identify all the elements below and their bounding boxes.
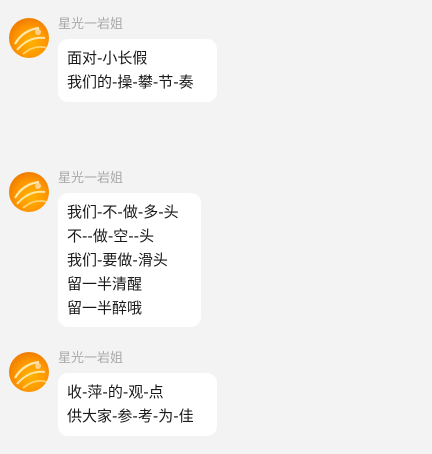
message-line: 留一半清醒 [67, 275, 143, 293]
message-bubble[interactable]: 面对-小长假 我们的-操-攀-节-奏 [58, 39, 217, 102]
avatar[interactable] [9, 18, 49, 58]
message-bubble[interactable]: 收-萍-的-观-点 供大家-参-考-为-佳 [58, 373, 217, 436]
sender-name: 星光一岩姐 [58, 351, 124, 366]
message-line: 供大家-参-考-为-佳 [67, 407, 194, 425]
message-bubble[interactable]: 我们-不-做-多-头 不--做-空--头 我们-要做-滑头 留一半清醒 留一半醉… [58, 193, 201, 327]
message-line: 不--做-空--头 [67, 227, 155, 245]
avatar[interactable] [9, 352, 49, 392]
sender-name: 星光一岩姐 [58, 171, 124, 186]
message-line: 收-萍-的-观-点 [67, 383, 164, 401]
message-line: 我们-不-做-多-头 [67, 203, 179, 221]
message-line: 面对-小长假 [67, 49, 148, 67]
avatar[interactable] [9, 172, 49, 212]
message-line: 我们的-操-攀-节-奏 [67, 73, 194, 91]
message-line: 我们-要做-滑头 [67, 251, 168, 269]
sender-name: 星光一岩姐 [58, 17, 124, 32]
message-line: 留一半醉哦 [67, 299, 143, 317]
